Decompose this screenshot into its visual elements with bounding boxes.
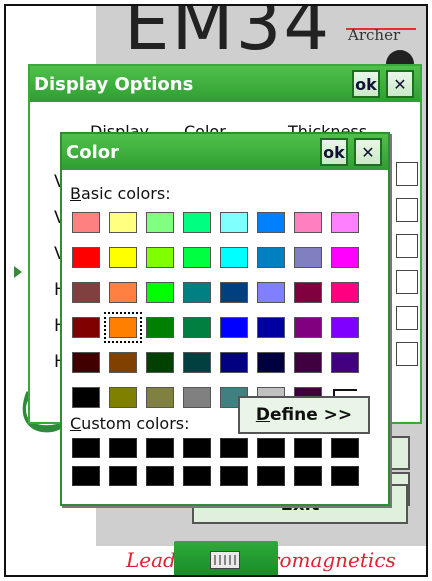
basic-color-swatch[interactable] xyxy=(146,282,174,303)
basic-color-swatch[interactable] xyxy=(183,387,211,408)
basic-color-swatch[interactable] xyxy=(257,282,285,303)
custom-colors-grid xyxy=(72,438,359,486)
custom-color-swatch[interactable] xyxy=(294,438,322,458)
dialog-title: Color xyxy=(66,141,119,163)
ok-button[interactable]: ok xyxy=(320,138,348,166)
label-text: ustom colors: xyxy=(81,414,190,433)
custom-color-swatch[interactable] xyxy=(294,466,322,486)
brand-label: Archer xyxy=(348,26,401,44)
custom-color-swatch[interactable] xyxy=(109,466,137,486)
custom-color-swatch[interactable] xyxy=(220,466,248,486)
basic-color-swatch[interactable] xyxy=(146,387,174,408)
input-panel-bar[interactable] xyxy=(174,541,278,575)
basic-color-swatch[interactable] xyxy=(294,317,322,338)
label-mnemonic: C xyxy=(70,414,82,433)
basic-color-swatch[interactable] xyxy=(183,317,211,338)
basic-color-swatch[interactable] xyxy=(220,317,248,338)
basic-color-swatch[interactable] xyxy=(294,247,322,268)
basic-color-swatch[interactable] xyxy=(294,212,322,233)
basic-color-swatch[interactable] xyxy=(109,387,137,408)
tagline-right: tromagnetics xyxy=(261,548,396,572)
basic-color-swatch[interactable] xyxy=(183,212,211,233)
basic-color-swatch[interactable] xyxy=(331,317,359,338)
keyboard-icon[interactable] xyxy=(210,551,240,569)
basic-color-swatch[interactable] xyxy=(294,352,322,373)
label-text: efine >> xyxy=(269,405,353,425)
basic-color-swatch[interactable] xyxy=(257,212,285,233)
basic-color-swatch[interactable] xyxy=(257,247,285,268)
basic-color-swatch[interactable] xyxy=(72,247,100,268)
basic-color-swatch[interactable] xyxy=(146,212,174,233)
custom-colors-label: Custom colors: xyxy=(70,414,190,433)
custom-color-swatch[interactable] xyxy=(72,466,100,486)
basic-color-swatch[interactable] xyxy=(104,312,142,343)
custom-color-swatch[interactable] xyxy=(220,438,248,458)
custom-color-swatch[interactable] xyxy=(331,438,359,458)
basic-color-swatch[interactable] xyxy=(220,247,248,268)
custom-color-swatch[interactable] xyxy=(257,466,285,486)
custom-color-swatch[interactable] xyxy=(257,438,285,458)
basic-color-swatch[interactable] xyxy=(331,282,359,303)
label-text: asic colors: xyxy=(80,184,171,203)
label-mnemonic: D xyxy=(255,405,270,425)
custom-color-swatch[interactable] xyxy=(331,466,359,486)
basic-color-swatch[interactable] xyxy=(220,352,248,373)
custom-color-swatch[interactable] xyxy=(183,466,211,486)
basic-color-swatch[interactable] xyxy=(146,352,174,373)
basic-color-swatch[interactable] xyxy=(109,212,137,233)
custom-color-swatch[interactable] xyxy=(146,466,174,486)
thickness-dropdown[interactable] xyxy=(396,306,418,330)
thickness-dropdown[interactable] xyxy=(396,270,418,294)
basic-color-swatch[interactable] xyxy=(146,317,174,338)
basic-color-swatch[interactable] xyxy=(72,317,100,338)
basic-color-swatch[interactable] xyxy=(109,247,137,268)
basic-color-swatch[interactable] xyxy=(72,387,100,408)
basic-color-swatch[interactable] xyxy=(220,212,248,233)
label-mnemonic: B xyxy=(70,184,81,203)
basic-color-swatch[interactable] xyxy=(183,247,211,268)
close-button[interactable]: ✕ xyxy=(386,70,414,98)
basic-color-swatch[interactable] xyxy=(294,282,322,303)
color-dialog: Color ok ✕ Basic colors: Custom colors: … xyxy=(60,132,390,506)
basic-color-swatch[interactable] xyxy=(109,282,137,303)
basic-colors-label: Basic colors: xyxy=(70,184,171,203)
ok-button[interactable]: ok xyxy=(352,70,380,98)
dialog-title: Display Options xyxy=(34,73,194,95)
arrow-right-icon xyxy=(14,266,22,278)
custom-color-swatch[interactable] xyxy=(109,438,137,458)
basic-color-swatch[interactable] xyxy=(257,317,285,338)
basic-color-swatch[interactable] xyxy=(72,282,100,303)
define-custom-colors-button[interactable]: Define >> xyxy=(238,396,370,434)
custom-color-swatch[interactable] xyxy=(183,438,211,458)
thickness-dropdown[interactable] xyxy=(396,234,418,258)
display-options-titlebar: Display Options ok ✕ xyxy=(30,66,420,102)
thickness-dropdown[interactable] xyxy=(396,162,418,186)
basic-color-swatch[interactable] xyxy=(109,352,137,373)
basic-color-swatch[interactable] xyxy=(257,352,285,373)
basic-colors-grid xyxy=(72,212,359,408)
thickness-dropdown[interactable] xyxy=(396,342,418,366)
color-dialog-titlebar: Color ok ✕ xyxy=(62,134,388,170)
custom-color-swatch[interactable] xyxy=(72,438,100,458)
basic-color-swatch[interactable] xyxy=(331,352,359,373)
basic-color-swatch[interactable] xyxy=(183,352,211,373)
basic-color-swatch[interactable] xyxy=(146,247,174,268)
basic-color-swatch[interactable] xyxy=(183,282,211,303)
tagline-left: Lead xyxy=(126,548,176,572)
custom-color-swatch[interactable] xyxy=(146,438,174,458)
basic-color-swatch[interactable] xyxy=(331,247,359,268)
close-button[interactable]: ✕ xyxy=(354,138,382,166)
basic-color-swatch[interactable] xyxy=(72,212,100,233)
app-title: EM34 xyxy=(124,4,332,66)
basic-color-swatch[interactable] xyxy=(220,282,248,303)
device-screen: EM34 Archer Ge Exit Leadtromagnetics Dis… xyxy=(4,4,428,577)
basic-color-swatch[interactable] xyxy=(331,212,359,233)
thickness-dropdown[interactable] xyxy=(396,198,418,222)
basic-color-swatch[interactable] xyxy=(72,352,100,373)
